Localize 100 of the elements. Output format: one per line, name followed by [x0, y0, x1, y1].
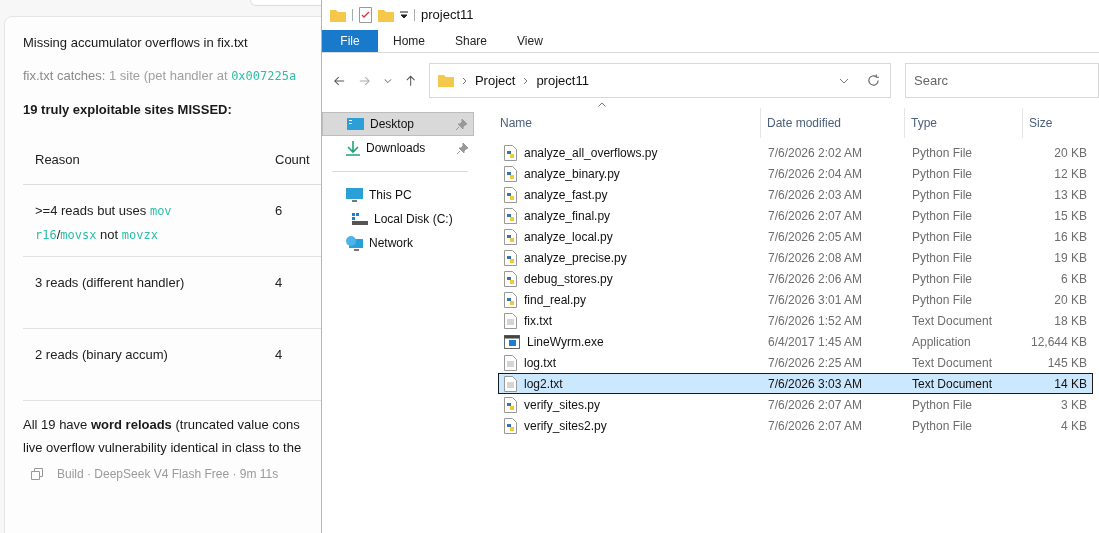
message-meta: Build · DeepSeek V4 Flash Free · 9m 11s [57, 466, 279, 483]
ribbon-tab[interactable]: File [322, 30, 378, 52]
desktop-icon [347, 118, 364, 130]
file-row[interactable]: log2.txt 7/6/2026 3:03 AM Text Document 14 KB [498, 373, 1093, 394]
back-arrow-icon[interactable] [334, 74, 345, 87]
file-type: Python File [911, 270, 974, 288]
ribbon-tab[interactable]: Home [378, 30, 440, 52]
column-header: Reason [34, 150, 81, 169]
python-file-icon [504, 186, 517, 203]
pin-icon[interactable] [456, 118, 467, 130]
file-name[interactable]: find_real.py [524, 290, 587, 309]
file-date: 7/6/2026 1:52 AM [767, 312, 864, 330]
chevron-down-icon[interactable] [383, 77, 392, 84]
table-cell-text: >=4 reads but uses mov r16/movsx not movzx [34, 202, 173, 244]
file-date: 6/4/2017 1:45 AM [767, 333, 864, 351]
file-row[interactable]: log.txt 7/6/2026 2:25 AM Text Document 145 KB [498, 352, 1093, 373]
file-type: Python File [911, 165, 974, 183]
file-row[interactable]: analyze_fast.py 7/6/2026 2:03 AM Python File 13 KB [498, 184, 1093, 205]
message-text: live overflow vulnerability identical in class to the [23, 439, 303, 457]
table-cell-text: 6 [275, 202, 283, 220]
file-name[interactable]: analyze_final.py [524, 206, 611, 225]
table-cell-text: 4 [275, 346, 283, 364]
column-header[interactable]: Date modified [760, 108, 904, 138]
forward-arrow-icon[interactable] [358, 74, 370, 87]
file-type: Text Document [911, 375, 994, 393]
chevron-right-icon [523, 76, 529, 85]
file-date: 7/6/2026 2:07 AM [767, 417, 864, 435]
file-name[interactable]: analyze_local.py [524, 227, 613, 246]
file-row[interactable]: fix.txt 7/6/2026 1:52 AM Text Document 18 KB [498, 310, 1093, 331]
nav-item[interactable]: Downloads [322, 136, 474, 160]
file-size: 14 KB [1053, 375, 1088, 393]
file-row[interactable]: analyze_all_overflows.py 7/6/2026 2:02 AM Python File 20 KB [498, 142, 1093, 163]
nav-item[interactable]: Network [322, 231, 474, 255]
file-size: 15 KB [1053, 207, 1088, 225]
message-text: fix.txt catches: 1 site (pet handler at 0x007225a [23, 67, 298, 85]
file-type: Application [911, 333, 972, 351]
file-row[interactable]: find_real.py 7/6/2026 3:01 AM Python File 20 KB [498, 289, 1093, 310]
folder-icon[interactable] [330, 8, 346, 22]
file-date: 7/6/2026 2:03 AM [767, 186, 864, 204]
file-name[interactable]: fix.txt [524, 311, 552, 330]
message-title: Missing accumulator overflows in fix.txt [23, 34, 249, 52]
file-name[interactable]: analyze_all_overflows.py [524, 143, 658, 162]
column-header[interactable]: Type [904, 108, 1022, 138]
python-file-icon [504, 228, 517, 245]
file-name[interactable]: analyze_fast.py [524, 185, 608, 204]
file-name[interactable]: verify_sites.py [524, 395, 601, 414]
python-file-icon [504, 270, 517, 287]
file-size: 13 KB [1053, 186, 1088, 204]
file-name[interactable]: debug_stores.py [524, 269, 613, 288]
drive-icon [352, 213, 368, 225]
file-row[interactable]: LineWyrm.exe 6/4/2017 1:45 AM Application 12,644 KB [498, 331, 1093, 352]
file-date: 7/6/2026 2:25 AM [767, 354, 864, 372]
refresh-icon[interactable] [867, 74, 880, 87]
ribbon-tab[interactable]: Share [440, 30, 503, 52]
file-name[interactable]: verify_sites2.py [524, 416, 607, 435]
file-row[interactable]: analyze_precise.py 7/6/2026 2:08 AM Python File 19 KB [498, 247, 1093, 268]
address-bar[interactable]: Project project11 [428, 63, 891, 98]
search-field[interactable]: Searc [905, 63, 1099, 98]
file-name[interactable]: analyze_precise.py [524, 248, 627, 267]
chevron-right-icon [461, 76, 467, 85]
file-type: Python File [911, 228, 974, 246]
python-file-icon [504, 396, 517, 413]
nav-item[interactable]: This PC [322, 183, 474, 207]
file-row[interactable]: analyze_local.py 7/6/2026 2:05 AM Python File 16 KB [498, 226, 1093, 247]
breadcrumb-item[interactable]: Project [474, 70, 516, 91]
file-date: 7/6/2026 3:01 AM [767, 291, 864, 309]
file-name[interactable]: log.txt [524, 353, 556, 372]
file-name[interactable]: log2.txt [524, 374, 563, 393]
column-header[interactable]: Name [498, 108, 760, 138]
window-title: project11 [421, 6, 474, 25]
ribbon-tab[interactable]: View [502, 30, 558, 52]
file-date: 7/6/2026 3:03 AM [767, 375, 864, 393]
checklist-icon[interactable] [359, 7, 372, 23]
table-cell-text: 2 reads (binary accum) [34, 346, 169, 364]
file-name[interactable]: LineWyrm.exe [527, 332, 604, 351]
folder-icon [437, 74, 454, 87]
folder-icon[interactable] [378, 8, 394, 22]
file-row[interactable]: analyze_final.py 7/6/2026 2:07 AM Python File 15 KB [498, 205, 1093, 226]
dropdown-icon[interactable] [400, 11, 408, 19]
file-name[interactable]: analyze_binary.py [524, 164, 620, 183]
column-header[interactable]: Size [1022, 108, 1092, 138]
up-arrow-icon[interactable] [405, 73, 415, 88]
file-type: Python File [911, 417, 974, 435]
file-row[interactable]: analyze_binary.py 7/6/2026 2:04 AM Python File 12 KB [498, 163, 1093, 184]
breadcrumb-item[interactable]: project11 [536, 70, 589, 91]
chevron-down-icon[interactable] [839, 77, 849, 84]
file-date: 7/6/2026 2:07 AM [767, 207, 864, 225]
pin-icon[interactable] [457, 142, 468, 154]
nav-item[interactable]: Desktop [322, 112, 474, 136]
file-row[interactable]: verify_sites.py 7/6/2026 2:07 AM Python File 3 KB [498, 394, 1093, 415]
file-size: 19 KB [1053, 249, 1088, 267]
file-size: 3 KB [1060, 396, 1088, 414]
file-type: Python File [911, 207, 974, 225]
file-type: Python File [911, 291, 974, 309]
file-row[interactable]: debug_stores.py 7/6/2026 2:06 AM Python File 6 KB [498, 268, 1093, 289]
python-file-icon [504, 249, 517, 266]
nav-item[interactable]: Local Disk (C:) [322, 207, 474, 231]
copy-icon[interactable] [31, 468, 43, 480]
file-row[interactable]: verify_sites2.py 7/6/2026 2:07 AM Python File 4 KB [498, 415, 1093, 436]
file-date: 7/6/2026 2:08 AM [767, 249, 864, 267]
